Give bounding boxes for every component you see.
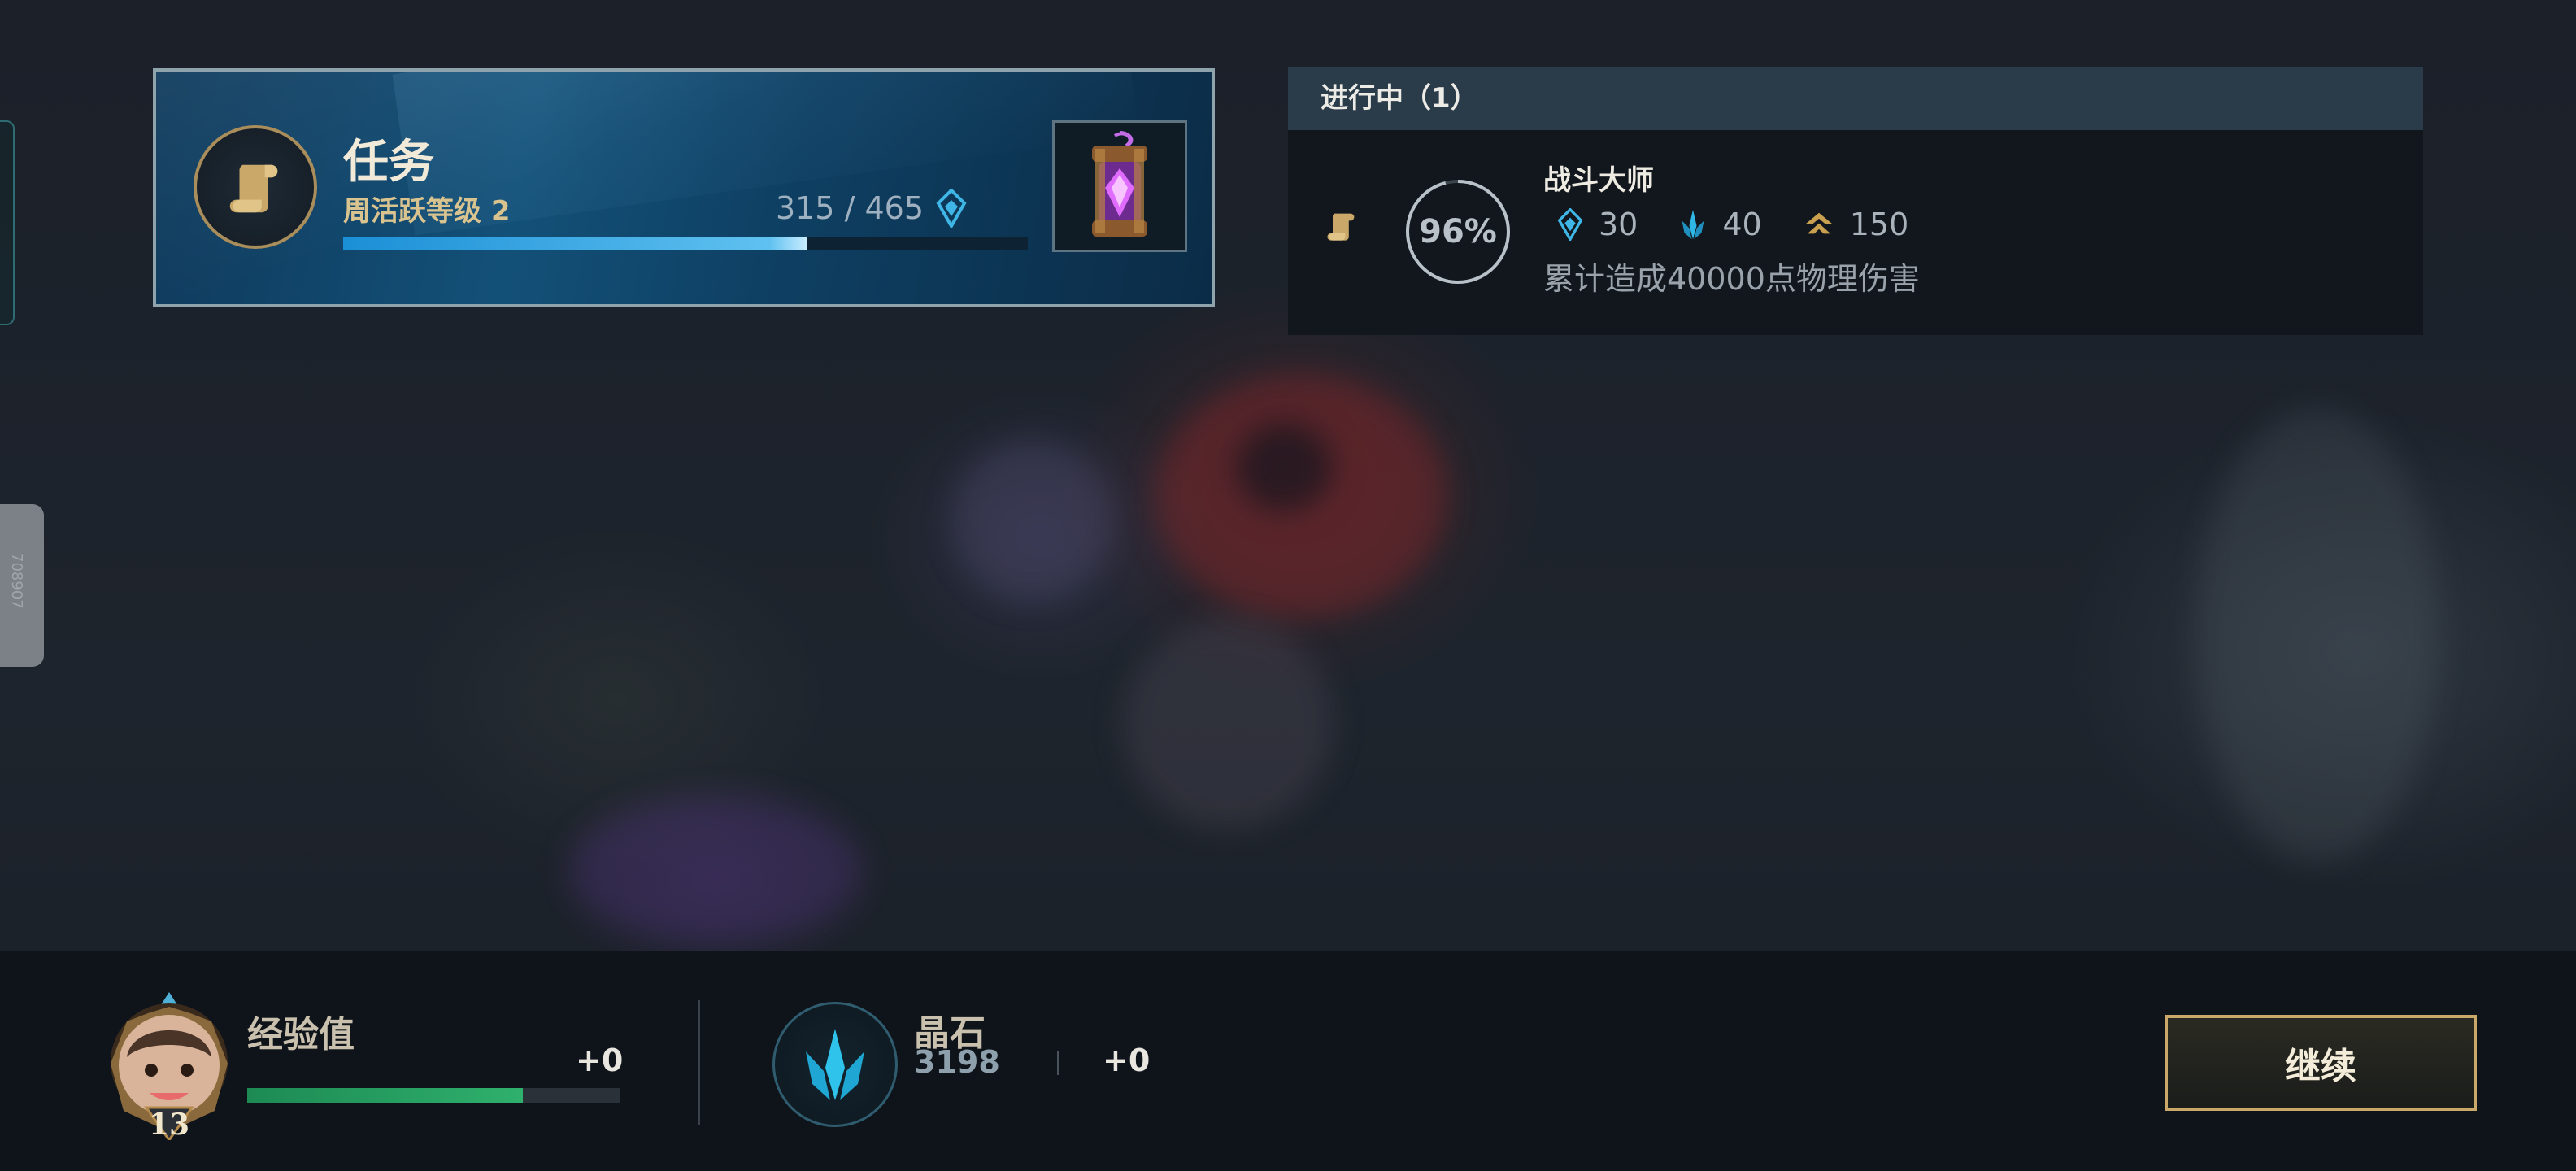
quest-reward-value: 30 bbox=[1599, 207, 1638, 242]
mission-emblem bbox=[194, 125, 317, 249]
mission-progress-current: 315 bbox=[775, 190, 835, 226]
weekly-activity-level: 周活跃等级 2 bbox=[343, 195, 511, 228]
mission-progress-total: 465 bbox=[864, 190, 924, 226]
mission-reward-chest[interactable] bbox=[1052, 120, 1187, 252]
background-figure bbox=[569, 797, 862, 943]
blue-essence-icon bbox=[1682, 210, 1704, 239]
xp-progress-bar bbox=[247, 1088, 620, 1103]
side-floating-tab[interactable]: 708907 bbox=[0, 504, 44, 667]
mission-progress-separator: / bbox=[844, 190, 855, 226]
mission-progress-fill bbox=[343, 237, 807, 250]
background-figure bbox=[1236, 423, 1334, 512]
xp-chevron-icon bbox=[1804, 212, 1833, 234]
background-figure bbox=[1122, 618, 1334, 829]
continue-button[interactable]: 继续 bbox=[2165, 1015, 2477, 1111]
quest-row[interactable]: 96% 战斗大师 30 40 150 累计造成40000点物理伤害 bbox=[1288, 130, 2423, 335]
in-progress-header: 进行中（1） bbox=[1288, 67, 2423, 130]
in-progress-panel: 进行中（1） 96% 战斗大师 30 40 150 累计造成40000点物理伤害 bbox=[1288, 67, 2423, 335]
activity-gem-icon bbox=[936, 189, 967, 228]
quest-reward-activity: 30 bbox=[1556, 207, 1638, 242]
background-figure bbox=[1155, 374, 1447, 618]
activity-gem-icon bbox=[1557, 208, 1583, 241]
gemstone-gain: +0 bbox=[1103, 1043, 1151, 1078]
crystal-icon bbox=[806, 1029, 864, 1100]
xp-gain: +0 bbox=[576, 1043, 624, 1078]
gemstone-value: 3198 bbox=[914, 1044, 1000, 1080]
mission-progress-bar bbox=[343, 237, 1028, 250]
quest-percent: 96% bbox=[1419, 213, 1497, 250]
background-figure bbox=[2195, 407, 2439, 862]
scroll-icon bbox=[1327, 213, 1355, 241]
summary-divider bbox=[698, 1000, 700, 1125]
player-level: 13 bbox=[148, 1108, 190, 1142]
xp-progress-fill bbox=[247, 1088, 523, 1103]
summary-bar: 13 经验值 +0 晶石 3198 +0 继续 bbox=[0, 951, 2576, 1171]
quest-reward-xp: 150 bbox=[1803, 207, 1909, 242]
quest-reward-value: 40 bbox=[1722, 207, 1762, 242]
gemstone-separator bbox=[1057, 1051, 1059, 1075]
side-tab-text: 708907 bbox=[8, 553, 25, 609]
mission-progress-readout: 315 / 465 bbox=[776, 189, 968, 228]
background-figure bbox=[951, 439, 1114, 602]
quest-reward-essence: 40 bbox=[1678, 207, 1762, 242]
gemstone-emblem bbox=[772, 1002, 898, 1127]
mission-card[interactable]: 任务 周活跃等级 2 315 / 465 bbox=[153, 68, 1215, 307]
scroll-icon bbox=[229, 164, 278, 213]
mission-title: 任务 bbox=[343, 136, 434, 189]
quest-rewards: 30 40 150 bbox=[1556, 207, 1949, 242]
results-screen: 708907 任务 周活跃等级 2 315 / 465 进行中（1） 96% 战… bbox=[0, 0, 2576, 1171]
quest-description: 累计造成40000点物理伤害 bbox=[1543, 261, 1920, 297]
purple-capsule-chest-icon bbox=[1092, 131, 1147, 237]
quest-name: 战斗大师 bbox=[1543, 164, 1654, 197]
xp-label: 经验值 bbox=[247, 1014, 355, 1056]
side-drawer-tab[interactable] bbox=[0, 120, 15, 325]
quest-reward-value: 150 bbox=[1849, 207, 1909, 242]
